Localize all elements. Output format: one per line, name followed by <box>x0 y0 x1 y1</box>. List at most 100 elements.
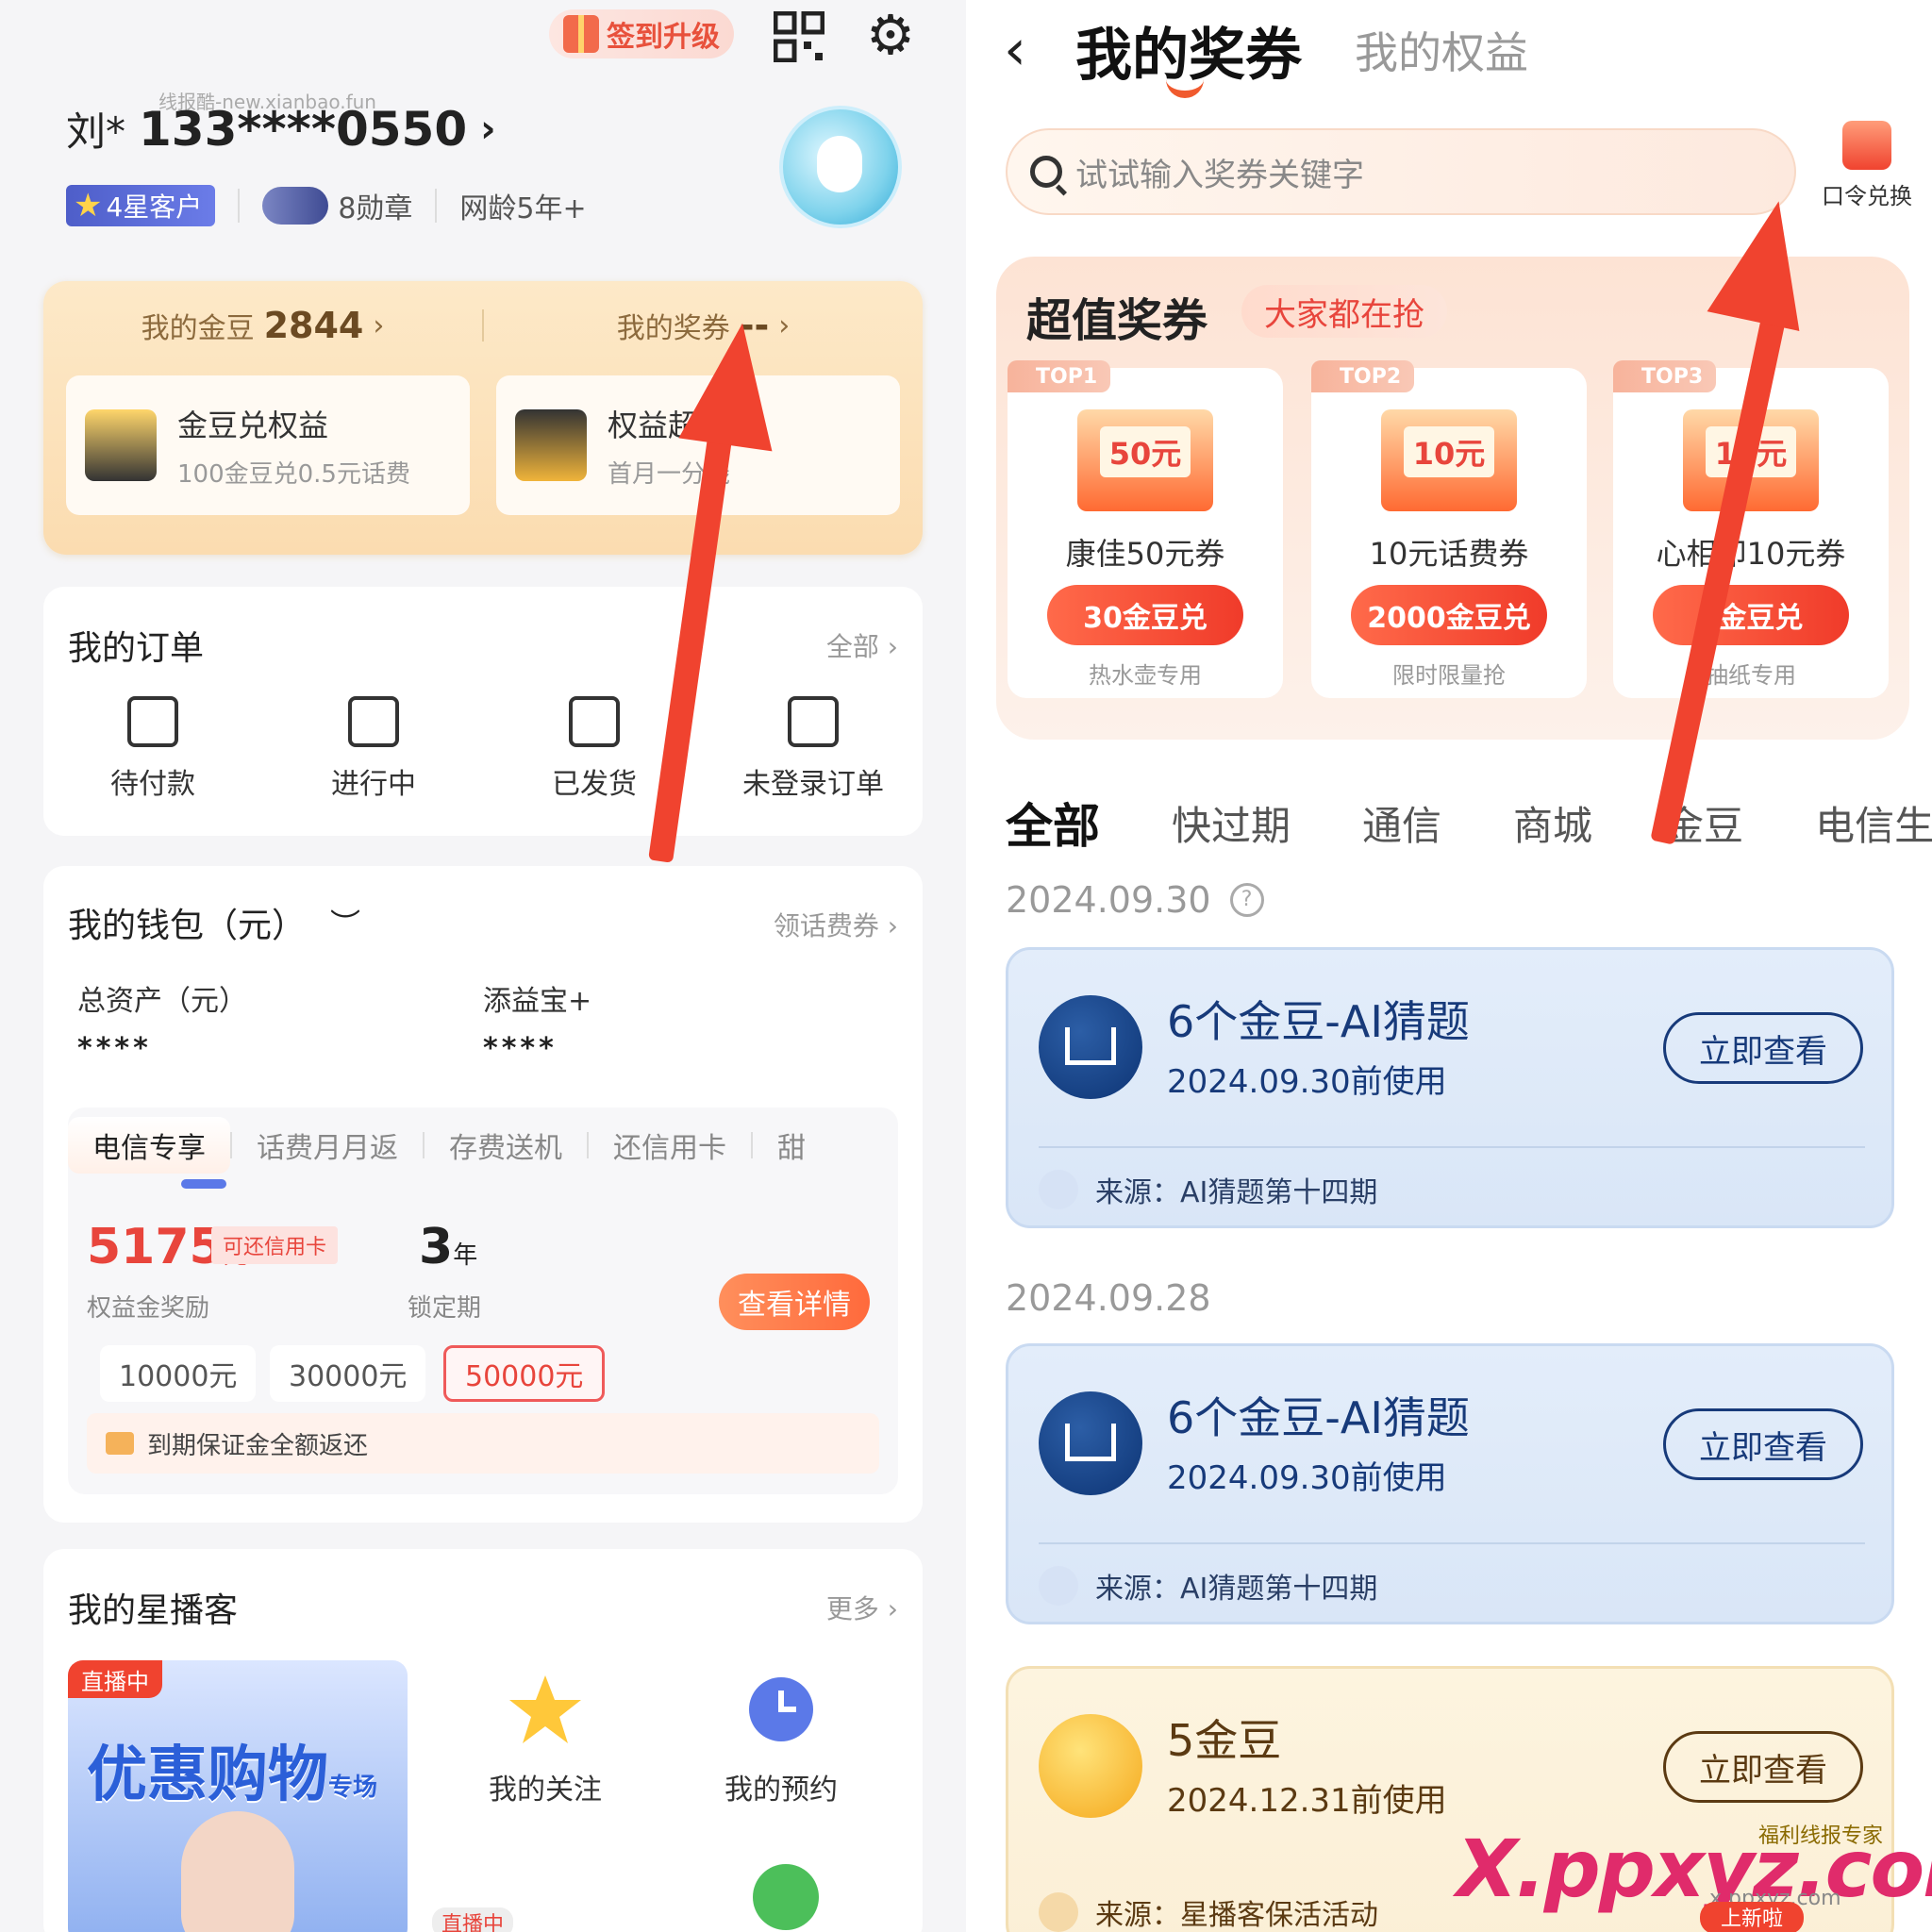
tab-monthly-rebate[interactable]: 话费月月返 <box>232 1124 423 1166</box>
user-name: 刘* <box>66 108 126 155</box>
reward-label: 权益金奖励 <box>87 1294 210 1323</box>
source-icon <box>1039 1170 1078 1209</box>
wallet-title-row: 我的钱包（元） ︶ <box>68 898 360 947</box>
voucher-expiry: 2024.12.31前使用 <box>1167 1782 1447 1820</box>
my-beans-entry[interactable]: 我的金豆 2844 › <box>43 305 482 346</box>
follows-label: 我的关注 <box>489 1774 602 1807</box>
eye-closed-icon[interactable]: ︶ <box>330 901 360 944</box>
view-now-button[interactable]: 立即查看 <box>1663 1012 1863 1084</box>
date-label: 2024.09.28 <box>1006 1277 1211 1319</box>
lock-period: 3年 <box>419 1219 477 1275</box>
rank-badge: TOP1 <box>1008 360 1111 392</box>
coupon-subtitle: 抽纸专用 <box>1706 662 1796 689</box>
total-assets-label: 总资产（元） <box>77 985 247 1018</box>
source-icon <box>1039 1892 1078 1932</box>
gift-box-icon <box>515 409 587 481</box>
star-level-badge[interactable]: ★ 4星客户 <box>66 185 216 226</box>
tab-more[interactable]: 甜 <box>753 1124 830 1166</box>
settings-gear-icon[interactable]: ⚙ <box>866 8 921 62</box>
claim-bill-coupon-link[interactable]: 领话费券 › <box>774 906 898 943</box>
super-title: 超值奖券 <box>1026 294 1208 347</box>
avatar[interactable] <box>779 106 902 228</box>
live-stream-banner[interactable]: 直播中 优惠购物专场 <box>68 1660 408 1932</box>
tab-telecom-exclusive[interactable]: 电信专享 <box>68 1117 230 1174</box>
coupon-card[interactable]: TOP1 50元 康佳50元券 30金豆兑 热水壶专用 <box>1008 360 1283 698</box>
orders-all-link[interactable]: 全部 › <box>826 626 898 664</box>
tab-credit-card[interactable]: 还信用卡 <box>589 1124 751 1166</box>
coupon-search-input[interactable]: 试试输入奖券关键字 <box>1006 128 1796 215</box>
super-tag: 大家都在抢 <box>1241 285 1447 338</box>
my-follows-entry[interactable]: 我的关注 <box>451 1672 640 1807</box>
code-redeem-button[interactable]: 口令兑换 <box>1815 121 1919 210</box>
view-now-button[interactable]: 立即查看 <box>1663 1408 1863 1480</box>
voucher-card[interactable]: 6个金豆-AI猜题 2024.09.30前使用 立即查看 来源：AI猜题第十四期 <box>1006 947 1894 1228</box>
voucher-name: 6个金豆-AI猜题 <box>1167 996 1470 1047</box>
user-identity[interactable]: 刘* 133****0550 › <box>66 100 496 158</box>
order-label: 已发货 <box>552 768 637 801</box>
divider <box>435 189 438 223</box>
amount-chip[interactable]: 10000元 <box>100 1345 257 1402</box>
beans-value: 2844 <box>263 305 364 346</box>
medals-entry[interactable]: 8勋章 <box>262 185 412 226</box>
tab-all[interactable]: 全部 <box>1006 789 1100 857</box>
signin-upgrade-button[interactable]: 签到升级 <box>549 9 734 58</box>
divider <box>1039 1542 1865 1544</box>
source-text: 来源：星播客保活活动 <box>1095 1899 1378 1932</box>
date-label: 2024.09.30 <box>1006 879 1211 921</box>
view-now-button[interactable]: 立即查看 <box>1663 1731 1863 1803</box>
voucher-card[interactable]: 6个金豆-AI猜题 2024.09.30前使用 立即查看 来源：AI猜题第十四期 <box>1006 1343 1894 1624</box>
coupon-face: 50元 <box>1099 426 1191 477</box>
order-in-progress[interactable]: 进行中 <box>279 696 468 802</box>
star-icon: ★ <box>74 187 103 225</box>
crown-icon <box>1039 995 1142 1099</box>
chevron-right-icon: › <box>373 308 385 342</box>
user-phone: 133****0550 <box>139 101 468 157</box>
amount-chip[interactable]: 30000元 <box>270 1345 426 1402</box>
qr-code-icon[interactable] <box>774 11 824 62</box>
coupon-name: 10元话费券 <box>1369 536 1529 572</box>
chat-icon[interactable] <box>753 1864 819 1930</box>
source-icon <box>1039 1566 1078 1606</box>
back-chevron-icon[interactable]: ‹ <box>1004 17 1026 83</box>
medal-icon <box>262 187 329 225</box>
star-icon <box>509 1675 581 1743</box>
help-icon[interactable]: ? <box>1229 883 1264 917</box>
wallet-offers-panel: 电信专享 话费月月返 存费送机 还信用卡 甜 5175元 可还信用卡 3年 权益… <box>68 1108 898 1494</box>
order-unlogged[interactable]: 未登录订单 <box>719 696 908 802</box>
wallet-title: 我的钱包（元） <box>68 907 307 945</box>
tab-mall[interactable]: 商城 <box>1513 794 1592 852</box>
date-header: 2024.09.28 <box>1006 1277 1211 1319</box>
amount-chip-selected[interactable]: 50000元 <box>443 1345 606 1402</box>
my-reservations-entry[interactable]: 我的预约 <box>687 1672 875 1807</box>
tab-telecom[interactable]: 通信 <box>1362 794 1441 852</box>
gold-bean-panel: 我的金豆 2844 › 我的奖券 -- › 金豆兑权益 100金豆兑0.5元话费 … <box>43 281 923 555</box>
rank-badge: TOP3 <box>1613 360 1717 392</box>
signin-label: 签到升级 <box>607 21 720 54</box>
redeem-button[interactable]: 3金豆兑 <box>1653 585 1849 645</box>
live-badge-small: 直播中 <box>432 1907 514 1932</box>
annotation-arrowhead <box>678 316 790 452</box>
tab-deposit-phone[interactable]: 存费送机 <box>425 1124 587 1166</box>
redeem-button[interactable]: 2000金豆兑 <box>1351 585 1547 645</box>
wallet-card: 我的钱包（元） ︶ 领话费券 › 总资产（元） **** 添益宝+ **** 电… <box>43 866 923 1523</box>
truck-icon <box>569 696 620 747</box>
coupon-card[interactable]: TOP2 10元 10元话费券 2000金豆兑 限时限量抢 <box>1311 360 1587 698</box>
redeem-button[interactable]: 30金豆兑 <box>1047 585 1243 645</box>
order-pending-payment[interactable]: 待付款 <box>58 696 247 802</box>
tab-my-benefits[interactable]: 我的权益 <box>1355 19 1528 81</box>
total-assets-value: **** <box>77 1032 152 1065</box>
beans-exchange-card[interactable]: 金豆兑权益 100金豆兑0.5元话费 <box>66 375 470 515</box>
card-subtitle: 100金豆兑0.5元话费 <box>177 459 410 489</box>
voucher-name: 6个金豆-AI猜题 <box>1167 1392 1470 1443</box>
gold-summary-row: 我的金豆 2844 › 我的奖券 -- › <box>43 302 923 349</box>
banner-text: 优惠购物专场 <box>87 1726 389 1813</box>
tab-telecom-life[interactable]: 电信生活 <box>1815 794 1932 852</box>
live-more-link[interactable]: 更多 › <box>826 1589 898 1626</box>
view-details-button[interactable]: 查看详情 <box>719 1274 870 1330</box>
coupon-image: 50元 <box>1077 409 1213 511</box>
card-title: 金豆兑权益 <box>177 407 329 443</box>
beans-label: 我的金豆 <box>141 312 255 345</box>
source-text: 来源：AI猜题第十四期 <box>1095 1176 1378 1209</box>
tab-expiring[interactable]: 快过期 <box>1172 794 1291 852</box>
order-label: 未登录订单 <box>742 768 884 801</box>
